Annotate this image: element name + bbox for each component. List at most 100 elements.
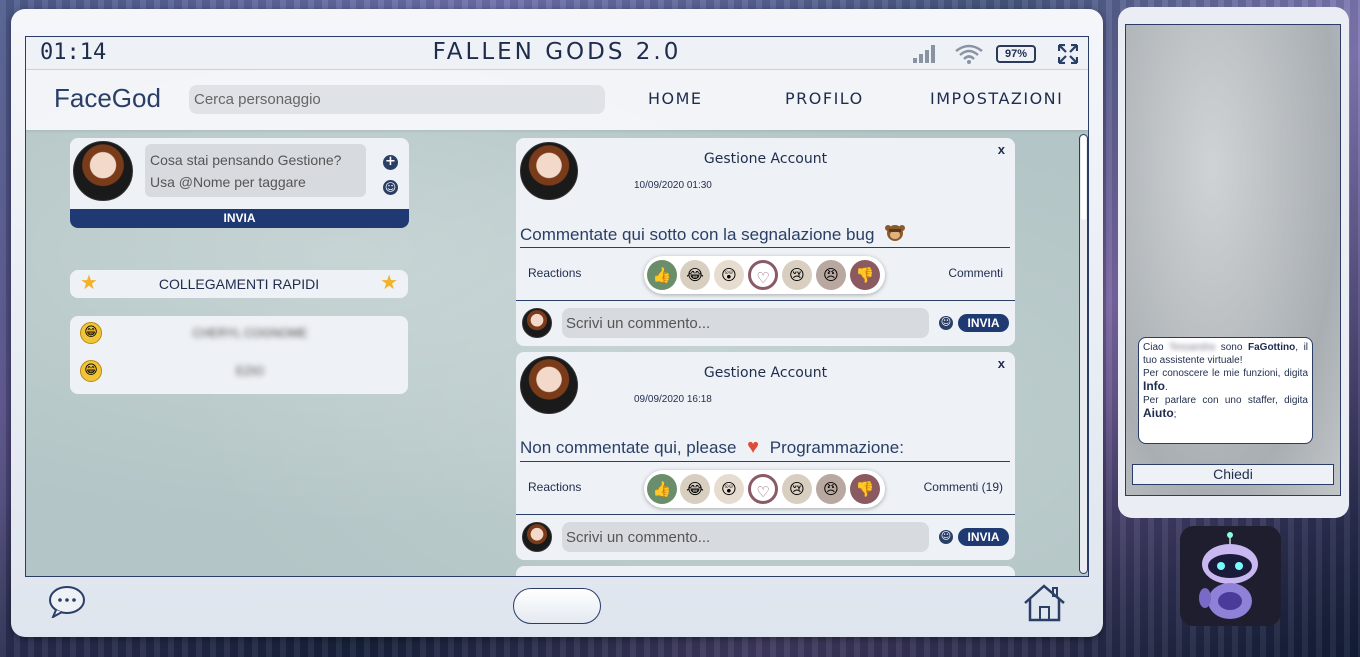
comments-label[interactable]: Commenti (19) [924,480,1003,494]
top-navbar: FaceGod HOME PROFILO IMPOSTAZIONI [26,70,1088,130]
feed: Gestione Account 10/09/2020 01:30 x Comm… [516,138,1016,576]
feed-post [516,566,1015,576]
composer-placeholder-line1: Cosa stai pensando Gestione? [150,152,342,168]
feed-post: Gestione Account 10/09/2020 01:30 x Comm… [516,138,1015,346]
wifi-icon [955,44,983,64]
chat-icon[interactable] [48,585,86,618]
sad-icon[interactable]: 😢 [782,474,812,504]
feed-post: Gestione Account 09/09/2020 16:18 x Non … [516,352,1015,560]
fullscreen-icon[interactable] [1058,44,1078,64]
post-composer: Cosa stai pensando Gestione? Usa @Nome p… [70,138,409,228]
assistant-screen: Ciao Tessandra sono FaGottino, il tuo as… [1125,24,1341,496]
composer-send-button[interactable]: INVIA [70,209,409,228]
monkey-emoji-icon [885,225,906,241]
bot-info-hint: Per conoscere le mie funzioni, digita [1143,368,1308,379]
battery-indicator: 97% [996,45,1036,63]
comment-row: ☺ INVIA [516,304,1015,344]
bot-help-command: Aiuto [1143,406,1174,420]
post-body: Non commentate qui, please ♥ Programmazi… [520,436,1010,462]
reactions-row: Reactions 👍 😂 😲 ♡ 😢 😠 👎 Commenti [516,249,1015,301]
quick-link-label: EZIO [235,364,264,378]
bot-name: FaGottino [1248,342,1296,353]
laugh-icon[interactable]: 😂 [680,474,710,504]
comment-send-button[interactable]: INVIA [958,314,1009,332]
status-bar: 01:14 FALLEN GODS 2.0 97% [26,37,1088,70]
star-icon: ★ [380,272,398,294]
search-input[interactable] [189,85,605,114]
facegod-logo[interactable]: FaceGod [54,83,161,114]
reactions-label: Reactions [528,266,582,280]
post-text: Programmazione: [769,438,904,457]
tablet-screen: 01:14 FALLEN GODS 2.0 97% FaceGod Cerca … [25,36,1089,577]
post-date: 10/09/2020 01:30 [634,180,712,191]
avatar[interactable] [73,141,133,201]
bot-message: Ciao Tessandra sono FaGottino, il tuo as… [1138,337,1313,444]
bot-help-hint: Per parlare con uno staffer, digita [1143,395,1308,406]
tablet-frame: 01:14 FALLEN GODS 2.0 97% FaceGod Cerca … [11,9,1103,637]
emoji-icon[interactable]: ☺ [939,530,953,544]
close-icon[interactable]: x [998,142,1005,157]
nav-settings[interactable]: IMPOSTAZIONI [930,89,1063,108]
composer-textarea[interactable]: Cosa stai pensando Gestione? Usa @Nome p… [145,144,366,197]
home-button[interactable] [513,588,601,624]
angry-icon[interactable]: 😠 [816,474,846,504]
comment-input[interactable] [562,308,929,338]
avatar[interactable] [522,522,552,552]
wow-icon[interactable]: 😲 [714,260,744,290]
thumbs-up-icon[interactable]: 👍 [647,260,677,290]
laugh-icon[interactable]: 😂 [680,260,710,290]
thumbs-up-icon[interactable]: 👍 [647,474,677,504]
heart-emoji-icon: ♥ [747,436,760,458]
feed-scrollbar[interactable] [1079,134,1088,574]
close-icon[interactable]: x [998,356,1005,371]
heart-icon[interactable]: ♡ [748,260,778,290]
ask-button[interactable]: Chiedi [1132,464,1334,485]
composer-placeholder-line2: Usa @Nome per taggare [150,174,306,190]
bot-info-command: Info [1143,379,1165,393]
quick-links-header: ★ COLLEGAMENTI RAPIDI ★ [70,270,408,298]
post-author[interactable]: Gestione Account [516,151,1015,167]
avatar[interactable] [522,308,552,338]
scrollbar-thumb[interactable] [1081,136,1086,220]
reactions-label: Reactions [528,480,582,494]
bot-greeting-prefix: Ciao [1143,342,1164,353]
angry-icon[interactable]: 😠 [816,260,846,290]
reactions-bar: 👍 😂 😲 ♡ 😢 😠 👎 [644,470,885,508]
quick-link-item[interactable]: 😁 EZIO [80,360,400,384]
robot-icon [1180,526,1281,626]
emoji-icon[interactable]: ☺ [383,180,398,195]
post-text: Non commentate qui, please [520,438,737,457]
wow-icon[interactable]: 😲 [714,474,744,504]
bot-user-name: Tessandra [1168,342,1216,353]
post-body: Commentate qui sotto con la segnalazione… [520,222,1010,248]
post-author[interactable]: Gestione Account [516,365,1015,381]
comment-input[interactable] [562,522,929,552]
comments-label[interactable]: Commenti [948,266,1003,280]
signal-icon [913,45,939,63]
thumbs-down-icon[interactable]: 👎 [850,260,880,290]
quick-link-item[interactable]: 😁 CHERYL COGNOME [80,322,400,346]
post-date: 09/09/2020 16:18 [634,394,712,405]
assistant-panel: Ciao Tessandra sono FaGottino, il tuo as… [1118,7,1349,518]
add-icon[interactable]: + [383,155,398,170]
nav-profile[interactable]: PROFILO [785,89,864,108]
nav-home[interactable]: HOME [648,89,703,108]
reactions-row: Reactions 👍 😂 😲 ♡ 😢 😠 👎 Commenti (19) [516,463,1015,515]
reactions-bar: 👍 😂 😲 ♡ 😢 😠 👎 [644,256,885,294]
bot-greeting-suffix: sono [1220,342,1243,353]
post-text: Commentate qui sotto con la segnalazione… [520,225,875,244]
robot-assistant-icon[interactable] [1180,526,1281,626]
grin-emoji-icon: 😁 [80,360,102,382]
quick-link-label: CHERYL COGNOME [192,326,308,340]
house-icon[interactable] [1022,583,1067,623]
quick-links-list: 😁 CHERYL COGNOME 😁 EZIO [70,316,408,394]
comment-row: ☺ INVIA [516,518,1015,558]
emoji-icon[interactable]: ☺ [939,316,953,330]
thumbs-down-icon[interactable]: 👎 [850,474,880,504]
grin-emoji-icon: 😁 [80,322,102,344]
comment-send-button[interactable]: INVIA [958,528,1009,546]
star-icon: ★ [80,272,98,294]
heart-icon[interactable]: ♡ [748,474,778,504]
quick-links-title: COLLEGAMENTI RAPIDI [158,276,320,292]
sad-icon[interactable]: 😢 [782,260,812,290]
